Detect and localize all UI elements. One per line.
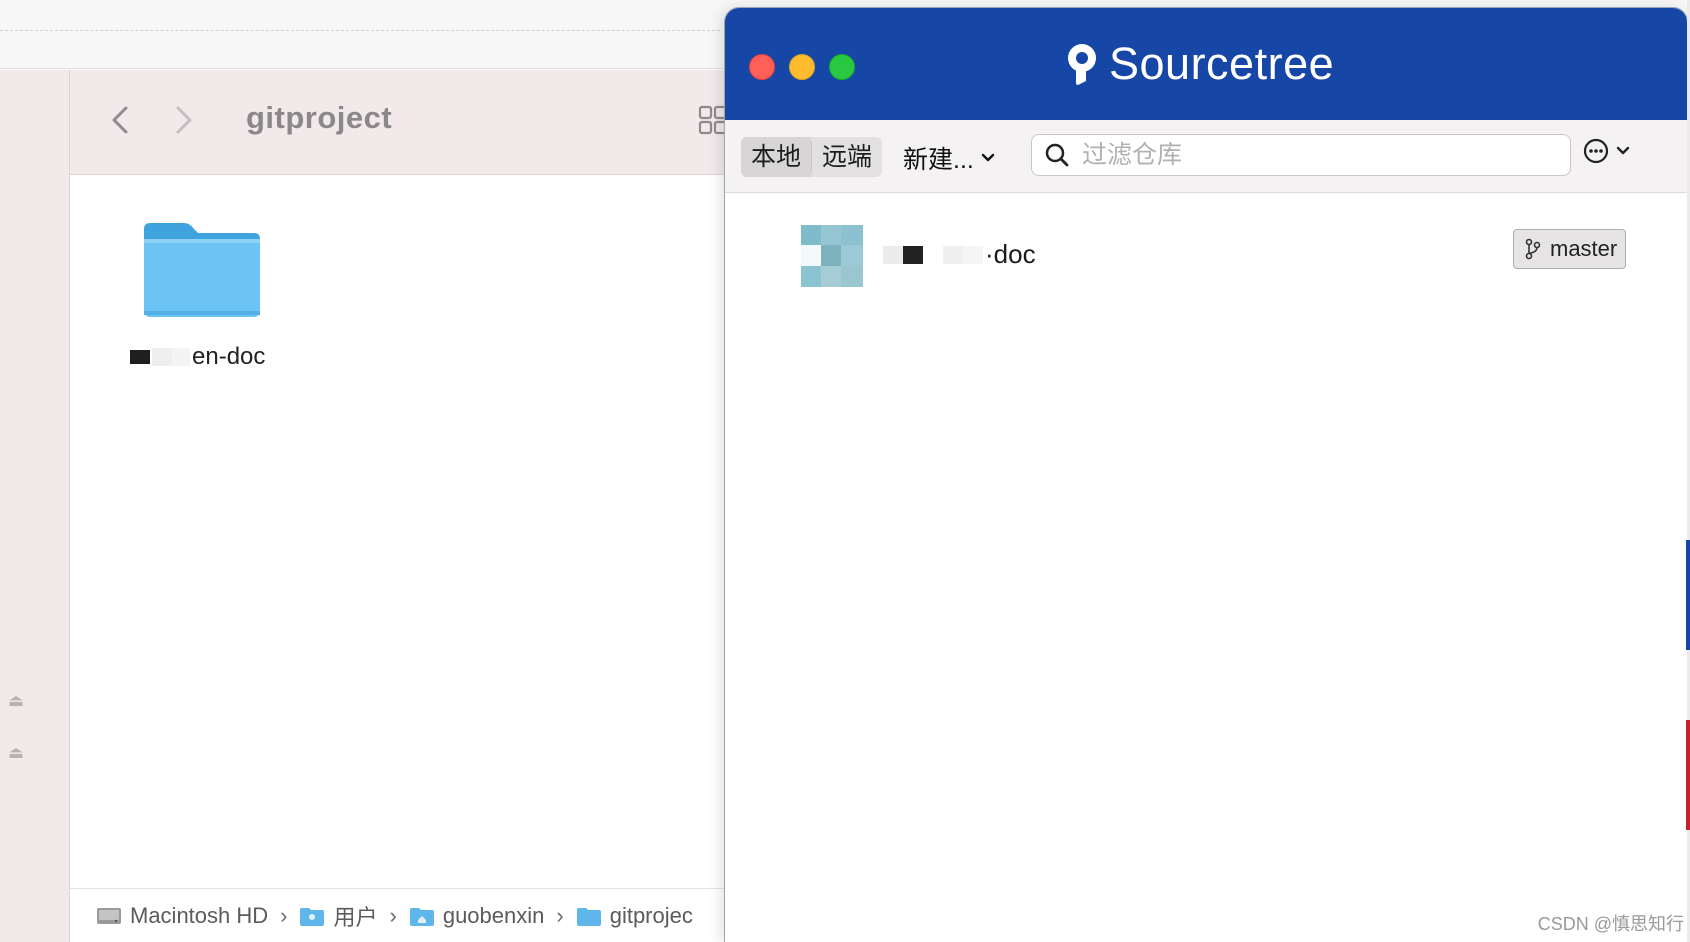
repository-row[interactable]: ·doc master	[725, 215, 1687, 295]
repository-name: ·doc	[883, 239, 1036, 270]
redacted-block	[943, 245, 963, 264]
finder-content: en-doc	[70, 175, 730, 887]
search-icon	[1045, 143, 1069, 167]
path-item-gitproject[interactable]: gitprojec	[576, 903, 693, 929]
local-remote-segmented-control: 本地 远端	[741, 137, 883, 177]
finder-toolbar: gitproject	[70, 70, 730, 175]
path-item-label: guobenxin	[442, 902, 545, 928]
repository-avatar	[801, 225, 863, 287]
eject-icon[interactable]: ⏏	[6, 744, 26, 762]
redacted-block	[903, 245, 923, 264]
back-button[interactable]	[106, 100, 136, 140]
close-button[interactable]	[749, 54, 775, 80]
sourcetree-logo-icon	[1068, 44, 1096, 85]
redacted-block	[883, 245, 903, 264]
more-options-button[interactable]	[1583, 138, 1631, 164]
folder-name-text: en-doc	[192, 343, 266, 370]
sourcetree-window: Sourcetree 本地 远端 新建... 过滤仓库 ·doc master	[725, 8, 1687, 942]
minimize-button[interactable]	[789, 54, 815, 80]
new-repo-label: 新建...	[903, 146, 974, 174]
redacted-block	[130, 350, 150, 364]
path-bar: Macintosh HD › 用户 › guobenxin › gitproje…	[70, 888, 730, 942]
home-folder-icon	[409, 907, 434, 926]
path-separator-icon: ›	[556, 902, 564, 928]
background-window-edge	[1686, 540, 1690, 650]
zoom-button[interactable]	[829, 54, 855, 80]
folder-icon[interactable]	[140, 215, 264, 319]
hard-drive-icon	[97, 907, 121, 924]
path-separator-icon: ›	[389, 902, 397, 928]
background-window-edge	[1686, 720, 1690, 830]
folder-name[interactable]: en-doc	[130, 343, 265, 371]
tab-remote[interactable]: 远端	[812, 137, 882, 177]
chevron-right-icon	[176, 106, 192, 134]
more-icon	[1583, 138, 1609, 164]
users-folder-icon	[300, 907, 325, 926]
sourcetree-logo: Sourcetree	[1065, 38, 1334, 90]
sourcetree-toolbar: 本地 远端 新建...	[725, 120, 1687, 193]
chevron-left-icon	[112, 106, 128, 134]
eject-icon[interactable]: ⏏	[6, 692, 26, 710]
filter-repos-input[interactable]	[1080, 139, 1554, 171]
path-item-label: Macintosh HD	[130, 902, 269, 928]
grid-view-icon[interactable]	[698, 104, 728, 136]
new-repo-menu-button[interactable]: 新建...	[903, 140, 996, 176]
path-item-users[interactable]: 用户	[299, 900, 378, 932]
finder-sidebar: ⏏ ⏏	[0, 70, 70, 942]
redacted-block	[152, 348, 172, 366]
path-separator-icon: ›	[280, 902, 288, 928]
path-item-label: 用户	[333, 904, 378, 930]
path-item-label: gitprojec	[609, 902, 693, 928]
chevron-down-icon	[1616, 146, 1630, 155]
redacted-block	[172, 348, 190, 366]
path-item-macintosh-hd[interactable]: Macintosh HD	[96, 903, 268, 929]
sourcetree-header: Sourcetree	[725, 8, 1687, 120]
brand-name: Sourcetree	[1109, 38, 1335, 89]
finder-window-title: gitproject	[246, 100, 393, 135]
dashed-line	[0, 30, 720, 31]
repository-name-text: ·doc	[985, 239, 1036, 269]
filter-repos-search	[1031, 134, 1571, 176]
branch-name: master	[1550, 236, 1618, 261]
repository-list: ·doc master	[725, 193, 1687, 942]
watermark: CSDN @慎思知行	[1537, 914, 1684, 934]
folder-icon	[576, 907, 601, 926]
path-item-home[interactable]: guobenxin	[409, 902, 545, 929]
forward-button[interactable]	[168, 100, 198, 140]
redacted-block	[963, 245, 983, 264]
tab-local[interactable]: 本地	[741, 137, 812, 177]
git-branch-icon	[1525, 238, 1541, 260]
chevron-down-icon	[981, 153, 995, 162]
branch-badge[interactable]: master	[1513, 229, 1627, 269]
